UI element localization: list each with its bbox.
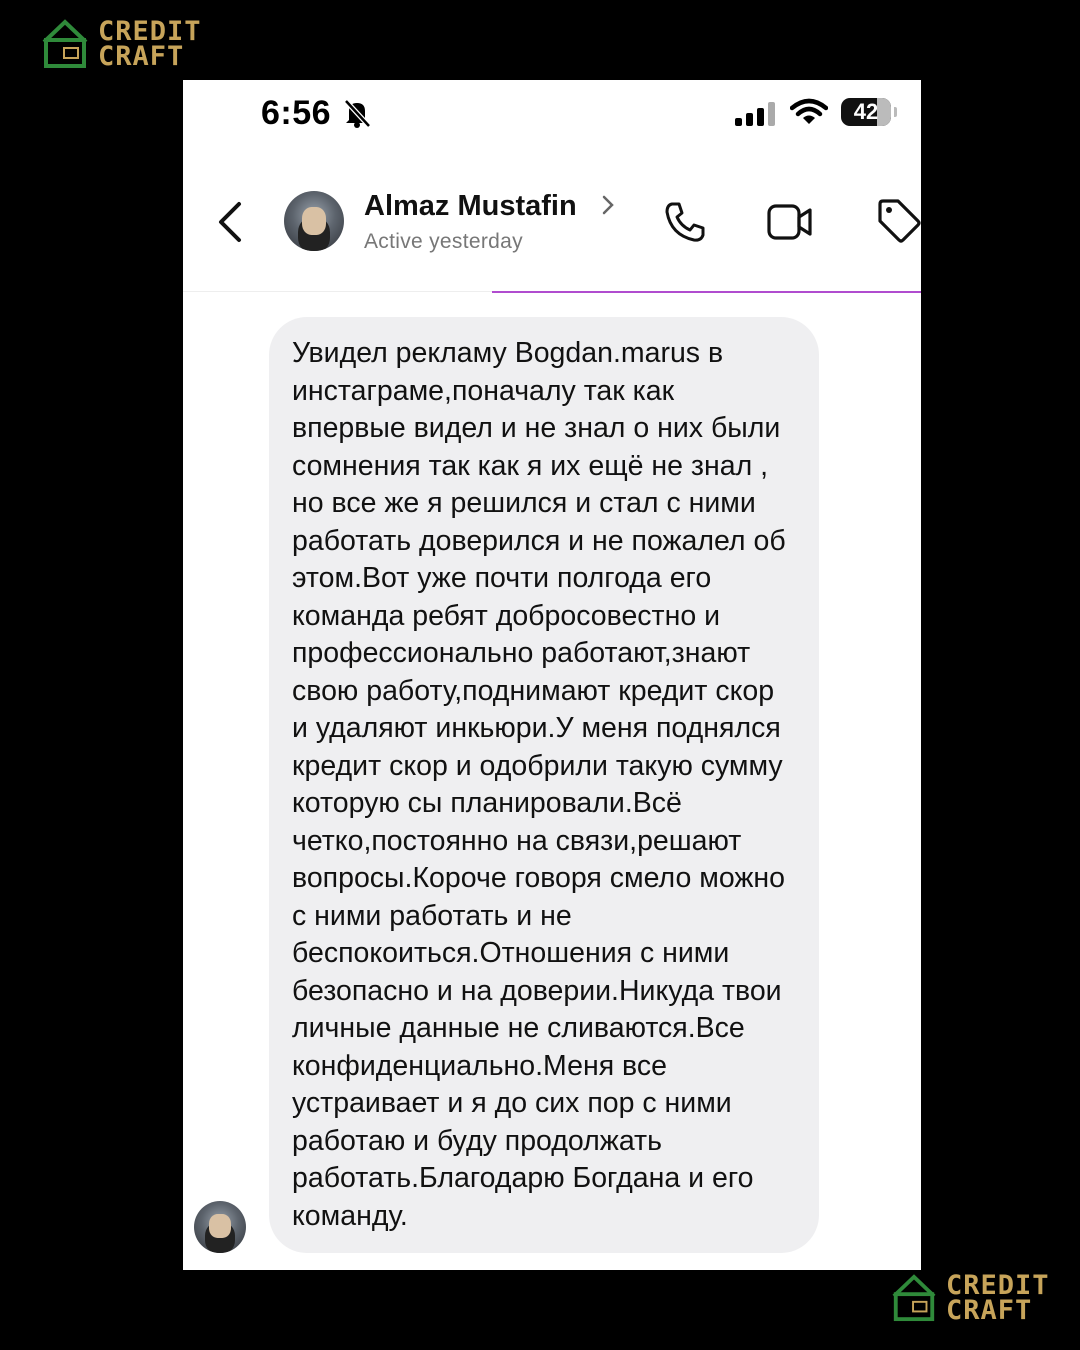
chat-header: Almaz Mustafin Active yesterday (183, 180, 921, 292)
battery-level: 42 (853, 99, 879, 124)
wifi-icon (790, 98, 828, 124)
bell-slash-icon (344, 99, 371, 128)
message-text: Увидел рекламу Bogdan.marus в инстаграме… (292, 337, 786, 1232)
house-card-icon (42, 19, 88, 68)
phone-icon[interactable] (663, 200, 707, 244)
brand-logo-top: CREDIT CRAFT (40, 18, 202, 70)
signal-icon (735, 102, 775, 126)
chevron-right-icon[interactable] (601, 194, 615, 216)
back-chevron-icon[interactable] (215, 200, 245, 244)
brand-logo-bottom: CREDIT CRAFT (890, 1272, 1050, 1324)
tag-icon[interactable] (876, 198, 921, 244)
status-time: 6:56 (261, 94, 332, 132)
contact-avatar[interactable] (284, 191, 344, 251)
brand-line-2: CRAFT (946, 1295, 1033, 1326)
message-bubble[interactable]: Увидел рекламу Bogdan.marus в инстаграме… (269, 317, 819, 1253)
contact-name[interactable]: Almaz Mustafin (364, 190, 577, 223)
phone-screenshot: 6:56 42 Almaz Mustafin Active yesterday (183, 80, 921, 1270)
house-card-icon (892, 1274, 936, 1322)
contact-status: Active yesterday (364, 230, 523, 253)
video-camera-icon[interactable] (766, 202, 814, 242)
accent-line (492, 291, 921, 293)
sender-avatar[interactable] (194, 1201, 246, 1253)
battery-icon: 42 (841, 98, 891, 126)
brand-line-2: CRAFT (98, 41, 185, 72)
